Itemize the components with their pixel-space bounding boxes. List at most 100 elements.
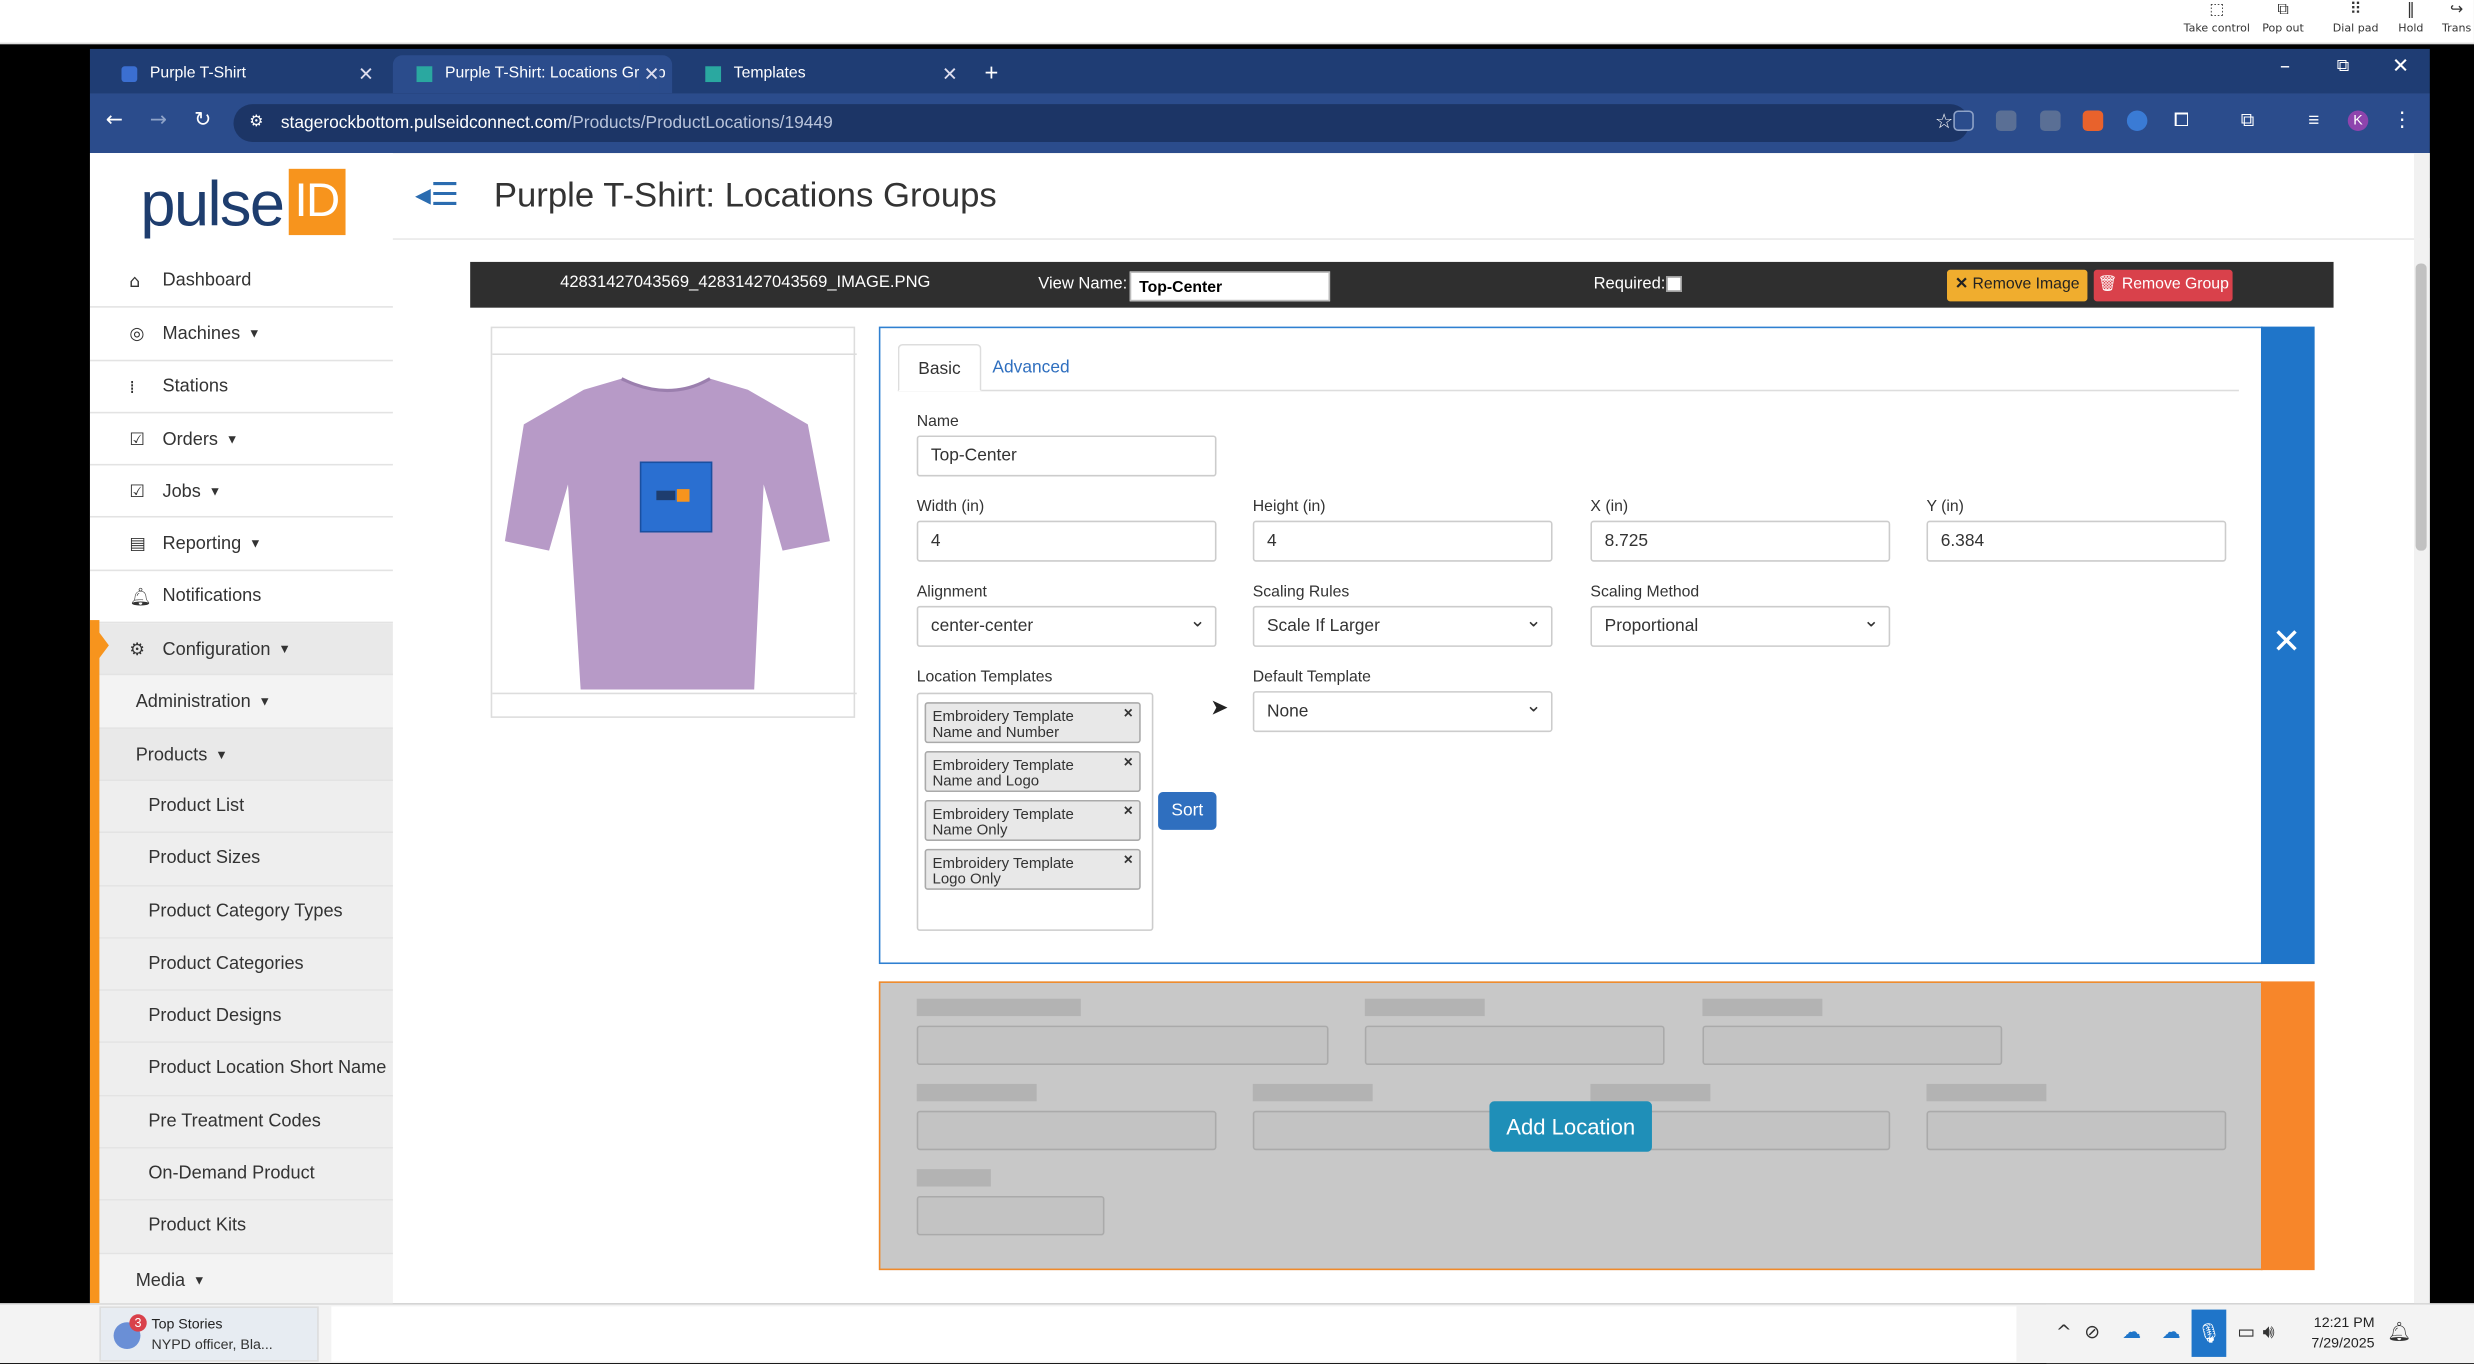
reload-icon[interactable]: ↻ bbox=[194, 109, 211, 133]
hold-button[interactable]: ‖ Hold bbox=[2392, 0, 2430, 44]
sidebar-item-machines[interactable]: ◎ Machines ▼ bbox=[89, 308, 393, 361]
sidebar-toggle-icon[interactable]: ◂☰ bbox=[415, 175, 459, 213]
product-image-panel bbox=[490, 326, 857, 718]
remove-tag-icon[interactable]: × bbox=[1124, 755, 1133, 772]
scaling-method-select[interactable]: Proportional bbox=[1590, 601, 1891, 647]
taskbar-time[interactable]: 12:21 PM bbox=[2296, 1314, 2375, 1330]
bookmark-star-icon[interactable]: ☆ bbox=[1935, 104, 1953, 142]
browser-menu-icon[interactable]: ⋮ bbox=[2392, 109, 2413, 133]
sidebar-item-pre-treatment-codes[interactable]: Pre Treatment Codes bbox=[89, 1096, 393, 1149]
take-control-button[interactable]: ⬚ Take control bbox=[2184, 0, 2250, 44]
page-favicon-icon bbox=[121, 66, 138, 83]
windows-taskbar: 3 Top Stories NYPD officer, Bla... ^ ⊘ ☁… bbox=[0, 1303, 2474, 1364]
height-input[interactable]: 4 bbox=[1252, 520, 1553, 562]
remove-tag-icon[interactable]: × bbox=[1124, 853, 1133, 870]
close-tab-icon[interactable]: ✕ bbox=[638, 55, 660, 94]
sidebar-item-configuration[interactable]: ⚙ Configuration ▼ bbox=[89, 623, 393, 676]
remove-location-icon[interactable]: ✕ bbox=[2272, 623, 2301, 662]
remove-tag-icon[interactable]: × bbox=[1124, 706, 1133, 723]
name-input[interactable]: Top-Center bbox=[916, 435, 1217, 477]
active-section-indicator bbox=[89, 620, 100, 1304]
sidebar-item-media[interactable]: Media ▼ bbox=[89, 1253, 393, 1304]
remove-tag-icon[interactable]: × bbox=[1124, 804, 1133, 821]
tab-basic[interactable]: Basic bbox=[897, 343, 982, 392]
profile-avatar[interactable]: K bbox=[2347, 110, 2369, 131]
dial-pad-button[interactable]: ⠿ Dial pad bbox=[2330, 0, 2380, 44]
location-templates-label: Location Templates bbox=[916, 668, 1053, 687]
scrollbar-thumb[interactable] bbox=[2415, 263, 2427, 551]
url-input[interactable]: ⚙ stagerockbottom.pulseidconnect.com/Pro… bbox=[233, 104, 1970, 143]
view-name-input[interactable]: Top-Center bbox=[1129, 271, 1331, 302]
required-label: Required: bbox=[1593, 274, 1666, 294]
microphone-icon[interactable]: 🎙︎ bbox=[2191, 1309, 2227, 1357]
sidebar-item-product-category-types[interactable]: Product Category Types bbox=[89, 886, 393, 939]
news-widget[interactable]: 3 Top Stories NYPD officer, Bla... bbox=[99, 1306, 319, 1362]
sidebar-item-stations[interactable]: ⁞ Stations bbox=[89, 361, 393, 414]
x-input[interactable]: 8.725 bbox=[1590, 520, 1891, 562]
restore-window-icon[interactable]: ⧉ bbox=[2337, 55, 2349, 77]
add-location-button[interactable]: Add Location bbox=[1489, 1101, 1652, 1152]
extension-icon[interactable] bbox=[1995, 110, 2017, 131]
sidebar-item-product-sizes[interactable]: Product Sizes bbox=[89, 833, 393, 887]
location-templates-list[interactable]: Embroidery Template Name and Number × Embr… bbox=[916, 692, 1154, 931]
sidebar-item-orders[interactable]: ☑ Orders ▼ bbox=[89, 413, 393, 466]
sidebar-item-dashboard[interactable]: ⌂ Dashboard bbox=[89, 256, 393, 309]
sidebar-item-jobs[interactable]: ☑ Jobs ▼ bbox=[89, 466, 393, 519]
close-window-icon[interactable]: ✕ bbox=[2392, 55, 2409, 79]
width-input[interactable]: 4 bbox=[916, 520, 1217, 562]
close-tab-icon[interactable]: ✕ bbox=[358, 55, 374, 93]
scaling-rules-select[interactable]: Scale If Larger bbox=[1252, 601, 1553, 647]
y-input[interactable]: 6.384 bbox=[1926, 520, 2227, 562]
sidebar-item-administration[interactable]: Administration ▼ bbox=[89, 675, 393, 729]
tray-network-icon[interactable]: ⊘ bbox=[2084, 1321, 2100, 1343]
forward-icon[interactable]: → bbox=[150, 109, 167, 133]
tray-chevron-icon[interactable]: ^ bbox=[2056, 1321, 2072, 1343]
default-template-label: Default Template bbox=[1252, 668, 1371, 687]
minimize-window-icon[interactable]: – bbox=[2280, 55, 2290, 79]
pulse-id-logo[interactable]: pulse ID bbox=[140, 168, 345, 242]
remove-group-button[interactable]: 🗑︎ Remove Group bbox=[2093, 269, 2233, 302]
name-label: Name bbox=[916, 413, 959, 431]
extension-icon[interactable] bbox=[2082, 110, 2104, 131]
sidebar-item-reporting[interactable]: ▤ Reporting ▼ bbox=[89, 518, 393, 571]
sidebar-item-product-list[interactable]: Product List bbox=[89, 780, 393, 834]
tab-advanced[interactable]: Advanced bbox=[974, 344, 1089, 391]
alignment-select[interactable]: center-center bbox=[916, 601, 1217, 647]
notification-bell-icon[interactable]: 🔔︎ bbox=[2387, 1321, 2411, 1343]
default-template-select[interactable]: None bbox=[1252, 686, 1553, 733]
sidebar-item-product-kits[interactable]: Product Kits bbox=[89, 1201, 393, 1254]
browser-tab[interactable]: Purple T-Shirt ✕ bbox=[98, 55, 387, 93]
extensions-puzzle-icon[interactable]: ⧠ bbox=[2171, 110, 2192, 131]
taskbar-date[interactable]: 7/29/2025 bbox=[2296, 1335, 2374, 1351]
extension-icon[interactable] bbox=[2040, 110, 2061, 131]
required-checkbox[interactable] bbox=[1666, 276, 1682, 292]
page-scrollbar[interactable] bbox=[2414, 153, 2430, 1304]
sidebar-item-product-designs[interactable]: Product Designs bbox=[89, 991, 393, 1044]
browser-tab[interactable]: Templates ✕ bbox=[682, 55, 971, 93]
image-filename: 42831427043569_42831427043569_IMAGE.PNG bbox=[560, 272, 931, 292]
pop-out-button[interactable]: ⧉ Pop out bbox=[2256, 0, 2310, 44]
close-tab-icon[interactable]: ✕ bbox=[942, 55, 958, 93]
sidebar-item-product-location-short-name[interactable]: Product Location Short Name bbox=[89, 1043, 393, 1097]
site-info-icon[interactable]: ⚙ bbox=[249, 104, 263, 142]
display-icon[interactable]: ▭ bbox=[2237, 1321, 2255, 1343]
tab-search-icon[interactable]: ⧉ bbox=[2237, 110, 2258, 131]
extension-icon[interactable] bbox=[1953, 110, 1974, 131]
sidebar-item-on-demand-product[interactable]: On-Demand Product bbox=[89, 1148, 393, 1202]
sidebar-item-product-categories[interactable]: Product Categories bbox=[89, 938, 393, 992]
browser-tab-active[interactable]: Purple T-Shirt: Locations Group ✕ bbox=[392, 55, 673, 94]
back-icon[interactable]: ← bbox=[106, 109, 123, 133]
transfer-button[interactable]: ↪ Trans bbox=[2439, 0, 2474, 44]
volume-icon[interactable]: 🔊︎ bbox=[2263, 1321, 2275, 1345]
sidebar-item-notifications[interactable]: 🔔︎ Notifications bbox=[89, 571, 393, 624]
product-tshirt-image[interactable] bbox=[492, 355, 856, 696]
onedrive-icon[interactable]: ☁ bbox=[2122, 1321, 2141, 1343]
sidebar-item-products[interactable]: Products ▼ bbox=[89, 728, 393, 781]
new-tab-button[interactable]: + bbox=[974, 55, 1012, 93]
onedrive-icon[interactable]: ☁ bbox=[2162, 1321, 2181, 1343]
sort-button[interactable]: Sort bbox=[1158, 792, 1217, 830]
location-tabs: Basic Advanced bbox=[897, 343, 2239, 392]
extension-icon[interactable] bbox=[2126, 110, 2148, 131]
reading-list-icon[interactable]: ≡ bbox=[2304, 110, 2325, 131]
remove-image-button[interactable]: ✕ Remove Image bbox=[1947, 269, 2088, 302]
